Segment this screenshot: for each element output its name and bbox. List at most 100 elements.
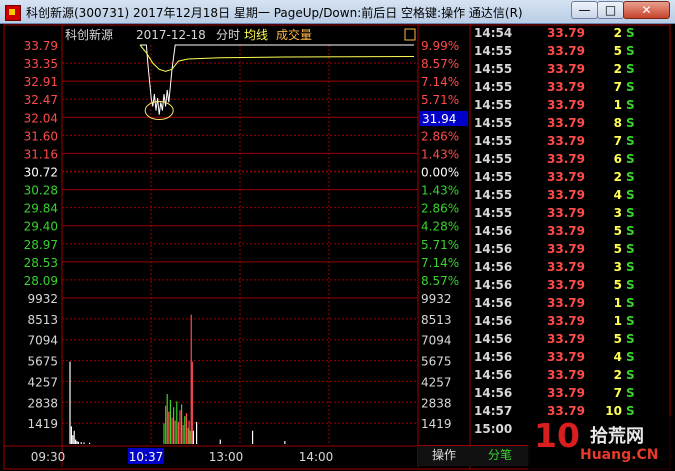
price-axis-label: 28.97 xyxy=(24,238,58,252)
trade-volume: 2 xyxy=(613,62,622,76)
trade-price: 33.79 xyxy=(547,134,585,148)
trade-side: S xyxy=(626,242,635,256)
trade-price: 33.79 xyxy=(547,80,585,94)
trade-volume: 1 xyxy=(613,296,622,310)
restore-icon[interactable] xyxy=(404,28,416,41)
trade-time: 14:56 xyxy=(474,224,513,238)
maximize-button[interactable]: □ xyxy=(597,1,624,19)
volume-axis-label: 8513 xyxy=(27,313,58,327)
trade-row: 14:56 33.79 5 S xyxy=(470,332,675,350)
trade-price: 33.79 xyxy=(547,152,585,166)
trade-volume: 2 xyxy=(613,26,622,40)
trade-side: S xyxy=(626,188,635,202)
price-axis-label: 33.35 xyxy=(24,57,58,71)
title-bar: 科创新源(300731) 2017年12月18日 星期一 PageUp/Down… xyxy=(0,0,675,24)
trade-time: 14:56 xyxy=(474,350,513,364)
trade-side: S xyxy=(626,224,635,238)
volume-axis-label: 9932 xyxy=(27,292,58,306)
volume-axis-label-right: 4257 xyxy=(421,375,452,389)
volume-axis-label-right: 7094 xyxy=(421,334,452,348)
trade-row: 14:55 33.79 4 S xyxy=(470,188,675,206)
time-axis-label: 13:00 xyxy=(209,450,244,464)
percent-axis-label: 8.57% xyxy=(421,274,459,288)
trade-price: 33.79 xyxy=(547,62,585,76)
percent-axis-label: 4.28% xyxy=(421,220,459,234)
trade-side: S xyxy=(626,314,635,328)
chart-stock-name: 科创新源 xyxy=(65,27,113,42)
trade-price: 33.79 xyxy=(547,314,585,328)
percent-axis-label: 8.57% xyxy=(421,57,459,71)
volume-axis-label: 4257 xyxy=(27,375,58,389)
volume-legend: 成交量 xyxy=(276,27,312,42)
trade-time: 14:56 xyxy=(474,296,513,310)
trade-row: 14:55 33.79 8 S xyxy=(470,116,675,134)
avg-price-line xyxy=(139,44,415,72)
trade-side: S xyxy=(626,80,635,94)
volume-axis-label: 7094 xyxy=(27,334,58,348)
percent-axis-label: 9.99% xyxy=(421,39,459,53)
trade-side: S xyxy=(626,44,635,58)
trade-time: 14:55 xyxy=(474,116,513,130)
app-icon xyxy=(5,5,21,21)
price-axis-label: 31.60 xyxy=(24,129,58,143)
trade-volume: 3 xyxy=(613,260,622,274)
watermark-number: 10 xyxy=(534,416,580,455)
trade-row: 14:55 33.79 2 S xyxy=(470,170,675,188)
price-axis-label: 30.72 xyxy=(24,166,58,180)
trade-time: 14:56 xyxy=(474,314,513,328)
trade-row: 14:54 33.79 2 S xyxy=(470,26,675,44)
trade-volume: 2 xyxy=(613,170,622,184)
close-button[interactable]: ✕ xyxy=(623,1,670,19)
tab-ops[interactable]: 操作 xyxy=(418,445,470,466)
trade-row: 14:56 33.79 1 S xyxy=(470,296,675,314)
trade-time: 14:55 xyxy=(474,80,513,94)
trade-row: 14:55 33.79 3 S xyxy=(470,206,675,224)
trade-time: 14:56 xyxy=(474,260,513,274)
trade-volume: 3 xyxy=(613,206,622,220)
percent-axis-label: 2.86% xyxy=(421,202,459,216)
chart-mode: 分时 xyxy=(216,28,240,42)
trade-volume: 5 xyxy=(613,278,622,292)
price-line xyxy=(140,44,414,115)
trade-side: S xyxy=(626,332,635,346)
trade-price: 33.79 xyxy=(547,368,585,382)
trade-volume: 8 xyxy=(613,116,622,130)
percent-axis-label: 5.71% xyxy=(421,93,459,107)
tab-trades[interactable]: 分笔 xyxy=(470,445,530,466)
chart-date: 2017-12-18 xyxy=(136,28,206,42)
price-axis-label: 31.16 xyxy=(24,147,58,161)
volume-axis-label-right: 2838 xyxy=(421,396,452,410)
trade-row: 14:55 33.79 6 S xyxy=(470,152,675,170)
trade-time: 14:55 xyxy=(474,206,513,220)
volume-axis-label-right: 8513 xyxy=(421,313,452,327)
price-axis-label: 29.40 xyxy=(24,220,58,234)
trade-price: 33.79 xyxy=(547,224,585,238)
percent-axis-label: 1.43% xyxy=(421,184,459,198)
trade-side: S xyxy=(626,368,635,382)
trade-volume: 6 xyxy=(613,152,622,166)
trade-time: 14:56 xyxy=(474,278,513,292)
price-axis-label: 33.79 xyxy=(24,39,58,53)
minimize-button[interactable]: — xyxy=(571,1,598,19)
price-axis-label: 28.09 xyxy=(24,274,58,288)
volume-axis-label: 5675 xyxy=(27,355,58,369)
trade-side: S xyxy=(626,152,635,166)
trade-side: S xyxy=(626,206,635,220)
trade-time: 14:55 xyxy=(474,188,513,202)
trade-side: S xyxy=(626,386,635,400)
trade-price: 33.79 xyxy=(547,116,585,130)
trade-price: 33.79 xyxy=(547,170,585,184)
percent-axis-label: 0.00% xyxy=(421,166,459,180)
percent-axis-label: 5.71% xyxy=(421,238,459,252)
trade-time: 14:57 xyxy=(474,404,513,418)
trade-row: 14:56 33.79 5 S xyxy=(470,242,675,260)
trade-row: 14:55 33.79 2 S xyxy=(470,62,675,80)
trade-volume: 5 xyxy=(613,224,622,238)
trade-side: S xyxy=(626,62,635,76)
trade-price: 33.79 xyxy=(547,188,585,202)
price-axis-label: 30.28 xyxy=(24,184,58,198)
trade-side: S xyxy=(626,260,635,274)
avg-line-legend: 均线 xyxy=(244,28,268,42)
trade-time: 14:55 xyxy=(474,44,513,58)
watermark-url: Huang.CN xyxy=(580,447,659,463)
